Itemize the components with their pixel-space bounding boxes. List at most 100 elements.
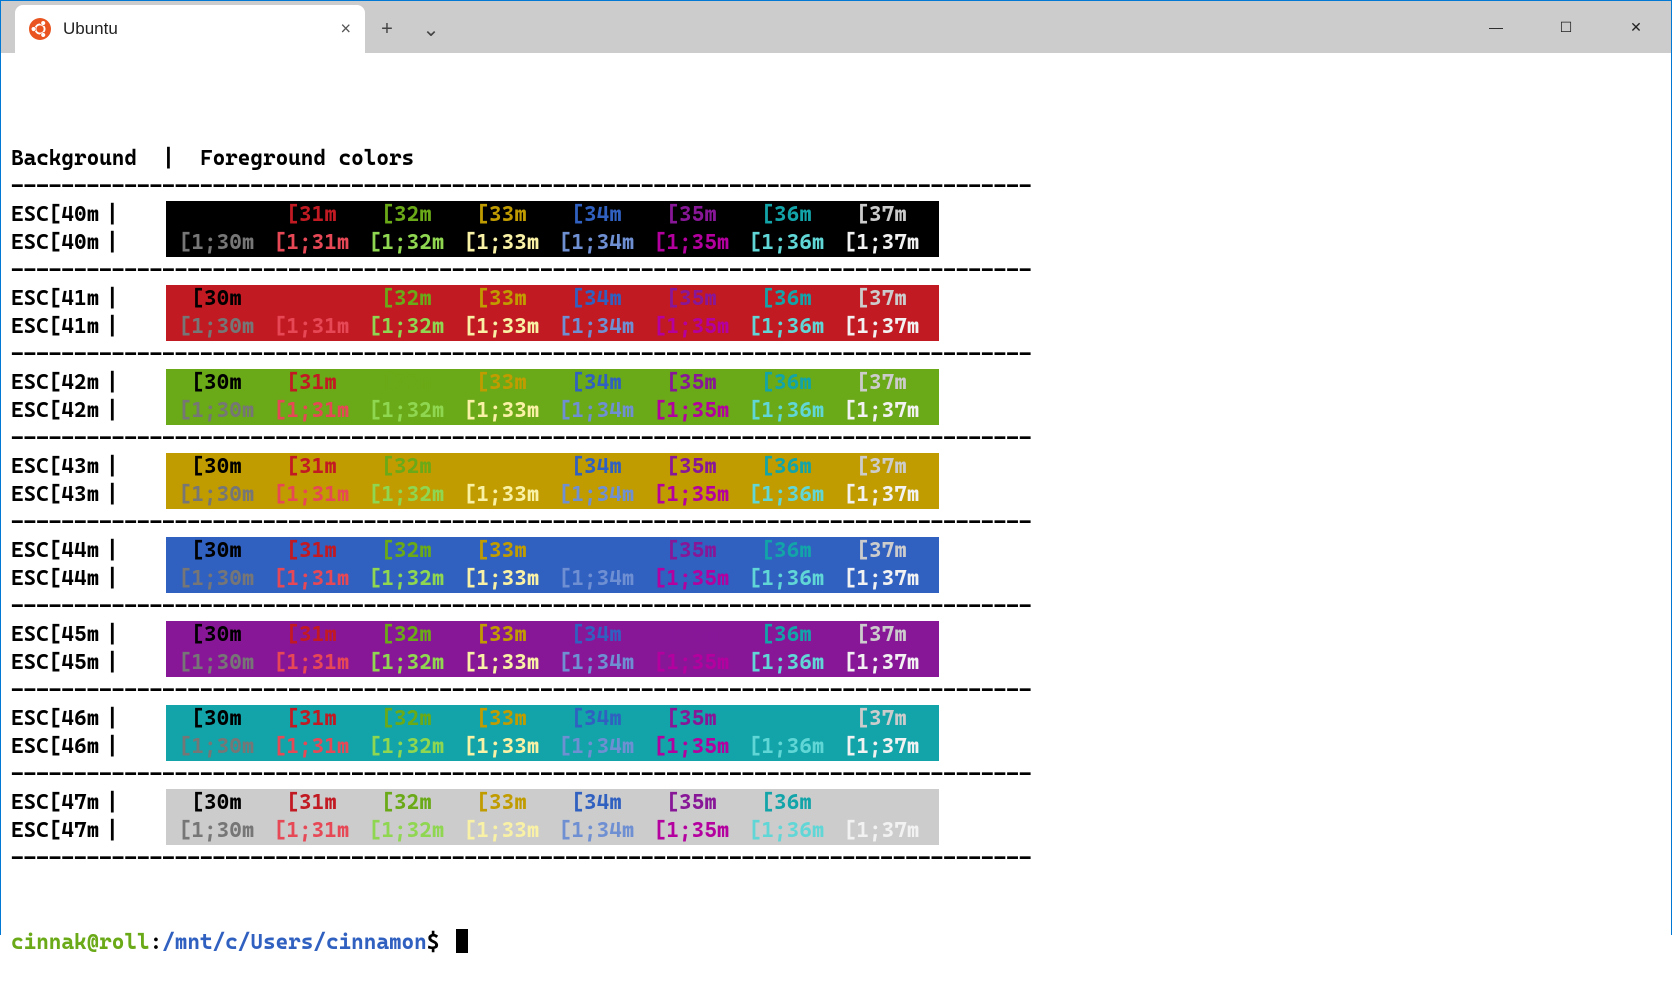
maximize-button[interactable]: ☐: [1531, 1, 1601, 53]
color-cell: [37m: [844, 621, 939, 649]
bg-header: Background: [11, 146, 137, 171]
color-cell: [32m: [369, 537, 464, 565]
color-cell: [1;35m: [654, 817, 749, 845]
color-cell: [33m: [464, 453, 559, 481]
prompt-path: /mnt/c/Users/cinnamon: [162, 930, 427, 955]
color-cell: [1;31m: [274, 817, 369, 845]
color-cell: [30m: [179, 453, 274, 481]
bg-label: ESC[45m: [11, 621, 106, 649]
color-cell: [34m: [559, 201, 654, 229]
divider: ----------------------------------------…: [11, 593, 1661, 621]
bg-label: ESC[46m: [11, 705, 106, 733]
color-cell: [1;32m: [369, 565, 464, 593]
color-cell: [35m: [654, 453, 749, 481]
color-cell: [33m: [464, 621, 559, 649]
color-cell: [30m: [179, 537, 274, 565]
color-cell: [31m: [274, 369, 369, 397]
color-row: ESC[41m| [1;30m[1;31m[1;32m[1;33m[1;34m[…: [11, 313, 1661, 341]
bg-label: ESC[41m: [11, 313, 106, 341]
color-cell: [35m: [654, 789, 749, 817]
color-cell: [1;31m: [274, 481, 369, 509]
color-cell: [1;32m: [369, 229, 464, 257]
color-row: ESC[43m| [1;30m[1;31m[1;32m[1;33m[1;34m[…: [11, 481, 1661, 509]
close-window-button[interactable]: ✕: [1601, 1, 1671, 53]
color-cell: [37m: [844, 537, 939, 565]
sep: |: [106, 649, 141, 677]
prompt-line[interactable]: cinnak@roll:/mnt/c/Users/cinnamon$: [11, 929, 1661, 957]
color-cell: [1;34m: [559, 313, 654, 341]
color-cell: [1;30m: [179, 565, 274, 593]
minimize-button[interactable]: —: [1461, 1, 1531, 53]
fg-header: Foreground colors: [200, 146, 414, 171]
color-cell: [34m: [559, 789, 654, 817]
color-cell: [36m: [749, 369, 844, 397]
color-cell: [1;30m: [179, 817, 274, 845]
sep: |: [106, 285, 141, 313]
sep: |: [106, 453, 141, 481]
sep: |: [106, 565, 141, 593]
color-cell: [1;33m: [464, 397, 559, 425]
bg-label: ESC[42m: [11, 397, 106, 425]
bg-swatch: [30m [31m [32m [33m [34m [35m [36m [37m: [166, 789, 939, 817]
color-cell: [32m: [369, 453, 464, 481]
sep: |: [106, 481, 141, 509]
color-cell: [34m: [559, 537, 654, 565]
prompt-dollar: $: [427, 930, 452, 955]
color-cell: [31m: [274, 201, 369, 229]
color-row: ESC[41m| [30m [31m [32m [33m [34m [35m […: [11, 285, 1661, 313]
color-cell: [34m: [559, 621, 654, 649]
tab-dropdown-button[interactable]: ⌄: [409, 5, 453, 53]
color-cell: [36m: [749, 705, 844, 733]
divider: ----------------------------------------…: [11, 173, 1661, 201]
bg-swatch: [1;30m[1;31m[1;32m[1;33m[1;34m[1;35m[1;3…: [166, 397, 939, 425]
color-cell: [1;34m: [559, 565, 654, 593]
ubuntu-icon: [29, 18, 51, 40]
color-cell: [35m: [654, 705, 749, 733]
terminal-output[interactable]: Background | Foreground colors----------…: [1, 53, 1671, 993]
titlebar: Ubuntu × + ⌄ — ☐ ✕: [1, 1, 1671, 53]
bg-swatch: [1;30m[1;31m[1;32m[1;33m[1;34m[1;35m[1;3…: [166, 733, 939, 761]
color-cell: [1;35m: [654, 481, 749, 509]
bg-swatch: [1;30m[1;31m[1;32m[1;33m[1;34m[1;35m[1;3…: [166, 649, 939, 677]
color-cell: [1;31m: [274, 565, 369, 593]
sep: |: [106, 621, 141, 649]
color-cell: [1;32m: [369, 481, 464, 509]
tab-title: Ubuntu: [63, 19, 118, 39]
color-cell: [1;34m: [559, 817, 654, 845]
color-cell: [1;31m: [274, 313, 369, 341]
bg-swatch: [1;30m[1;31m[1;32m[1;33m[1;34m[1;35m[1;3…: [166, 565, 939, 593]
color-cell: [1;37m: [844, 229, 939, 257]
divider: ----------------------------------------…: [11, 761, 1661, 789]
color-cell: [35m: [654, 285, 749, 313]
sep: |: [106, 733, 141, 761]
bg-swatch: [30m [31m [32m [33m [34m [35m [36m [37m: [166, 369, 939, 397]
color-cell: [1;30m: [179, 733, 274, 761]
color-cell: [37m: [844, 285, 939, 313]
color-cell: [1;31m: [274, 649, 369, 677]
color-row: ESC[42m| [1;30m[1;31m[1;32m[1;33m[1;34m[…: [11, 397, 1661, 425]
sep: |: [106, 201, 141, 229]
color-row: ESC[46m| [1;30m[1;31m[1;32m[1;33m[1;34m[…: [11, 733, 1661, 761]
color-cell: [1;34m: [559, 481, 654, 509]
color-cell: [31m: [274, 285, 369, 313]
close-tab-icon[interactable]: ×: [340, 19, 351, 40]
color-cell: [1;36m: [749, 817, 844, 845]
color-cell: [31m: [274, 621, 369, 649]
color-cell: [33m: [464, 789, 559, 817]
color-cell: [31m: [274, 789, 369, 817]
color-cell: [1;34m: [559, 733, 654, 761]
tab-ubuntu[interactable]: Ubuntu ×: [15, 5, 365, 53]
bg-label: ESC[43m: [11, 481, 106, 509]
color-cell: [1;33m: [464, 565, 559, 593]
sep: |: [106, 369, 141, 397]
new-tab-button[interactable]: +: [365, 5, 409, 53]
bg-swatch: [30m [31m [32m [33m [34m [35m [36m [37m: [166, 285, 939, 313]
color-cell: [1;37m: [844, 565, 939, 593]
color-cell: [1;37m: [844, 397, 939, 425]
color-cell: [1;37m: [844, 313, 939, 341]
color-cell: [1;36m: [749, 733, 844, 761]
sep: |: [106, 313, 141, 341]
bg-swatch: [30m [31m [32m [33m [34m [35m [36m [37m: [166, 453, 939, 481]
color-row: ESC[47m| [1;30m[1;31m[1;32m[1;33m[1;34m[…: [11, 817, 1661, 845]
color-cell: [1;31m: [274, 397, 369, 425]
